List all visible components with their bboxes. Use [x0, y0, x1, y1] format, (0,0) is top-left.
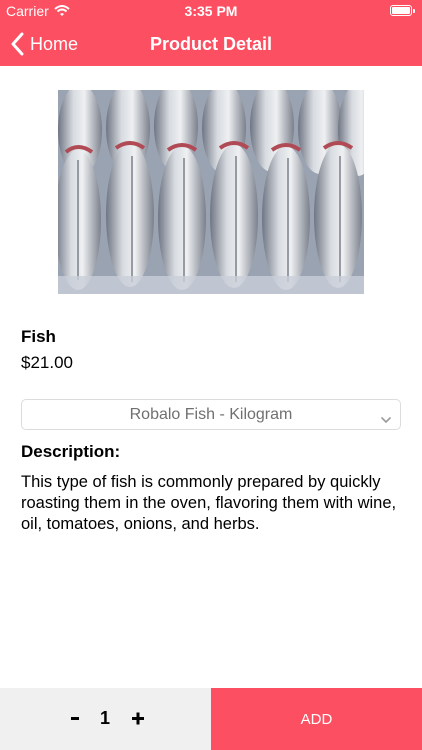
add-button[interactable]: ADD — [211, 688, 422, 750]
product-price: $21.00 — [21, 353, 73, 372]
product-image — [58, 90, 364, 294]
plus-icon — [127, 712, 149, 733]
add-button-label: ADD — [300, 710, 333, 728]
status-time: 3:35 PM — [184, 3, 238, 19]
battery-icon — [390, 5, 415, 16]
chevron-down-icon — [381, 411, 391, 429]
plus-button[interactable] — [127, 707, 149, 729]
navigation-bar: Home Product Detail — [0, 22, 422, 66]
variant-selected-value: Robalo Fish - Kilogram — [129, 405, 293, 423]
description-heading: Description: — [21, 442, 121, 461]
quantity-value: 1 — [99, 708, 110, 728]
variant-select[interactable]: Robalo Fish - Kilogram — [21, 399, 401, 430]
minus-icon — [64, 716, 86, 733]
minus-button[interactable] — [64, 707, 86, 729]
product-name: Fish — [21, 327, 56, 346]
description-text: This type of fish is commonly prepared b… — [21, 473, 397, 533]
header: Carrier 3:35 PM Home Product Detail — [0, 0, 422, 66]
page-title: Product Detail — [149, 34, 273, 54]
status-bar: Carrier 3:35 PM — [0, 0, 422, 22]
